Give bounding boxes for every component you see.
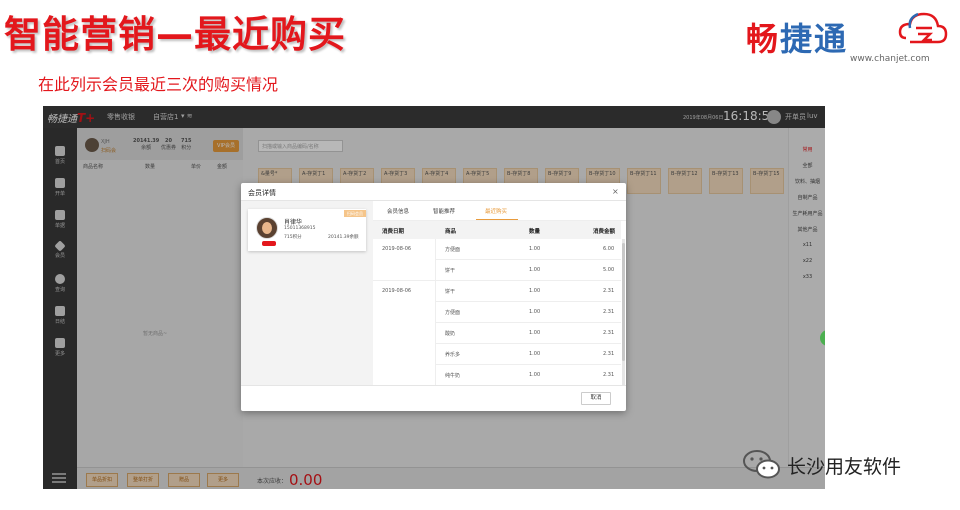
watermark-text: 长沙用友软件 [787,456,902,478]
brand-url: www.chanjet.com [850,54,930,64]
member-tag: 扫码会员 [344,210,366,217]
close-icon[interactable]: × [612,187,619,196]
purchase-date: 2019-08-06 [382,246,412,252]
table-row: 酸奶 1.00 2.31 [435,323,621,344]
table-row: 纯牛奶 1.00 2.31 [435,365,621,385]
cell-qty: 1.00 [529,351,541,357]
cell-product: 方便面 [445,247,461,253]
table-row: 饼干 1.00 2.31 [435,281,621,302]
member-card: 扫码会员 肖律华 15011368915 715积分 20141.39余额 [248,209,366,251]
cell-qty: 1.00 [529,372,541,378]
cell-amount: 5.00 [603,267,615,273]
col-product: 商品 [445,229,457,235]
table-row: 饼干 1.00 5.00 [435,260,621,281]
cell-product: 酸奶 [445,331,456,337]
cell-qty: 1.00 [529,288,541,294]
tab-member-info[interactable]: 会员信息 [387,207,409,215]
table-row: 方便面 1.00 2.31 [435,302,621,323]
cell-product: 饼干 [445,289,456,295]
chanjet-cloud-logo-icon [898,12,948,44]
table-row: 方便面 1.00 6.00 [435,239,621,260]
cell-amount: 2.31 [603,351,615,357]
recent-purchase-table: 消费日期 商品 数量 消费金额 2019-08-06 方便面 1.00 6.00 饼干 1… [373,221,626,385]
app-window: 畅捷通T+ 零售收银 自营店1 ▾ ≋ 2019年08月06日 16:18:52… [43,106,825,489]
wechat-icon [743,450,780,479]
member-detail-modal: 会员详情 × 扫码会员 肖律华 15011368915 715积分 20141.… [241,183,626,411]
divider [435,239,436,385]
slide-subtitle: 在此列示会员最近三次的购买情况 [38,75,279,94]
cell-product: 纯牛奶 [445,373,461,379]
col-qty: 数量 [529,229,541,235]
cell-amount: 2.31 [603,372,615,378]
member-phone: 15011368915 [284,226,316,231]
modal-member-panel: 扫码会员 肖律华 15011368915 715积分 20141.39余额 [241,201,373,385]
tab-recent-purchases[interactable]: 最近购买 [485,207,507,215]
col-amount: 消费金额 [593,229,616,235]
avatar [256,217,278,246]
table-row: 养乐多 1.00 2.31 [435,344,621,365]
slide-title: 智能营销—最近购买 [4,13,346,56]
scrollbar-thumb[interactable] [622,243,625,361]
table-header: 消费日期 商品 数量 消费金额 [373,221,621,239]
cancel-button[interactable]: 取消 [581,392,611,405]
brand-logo-block: 畅捷通 www.chanjet.com [746,8,956,68]
cell-amount: 2.31 [603,309,615,315]
cell-amount: 2.31 [603,288,615,294]
member-name: 肖律华 [284,219,303,226]
cell-product: 饼干 [445,268,456,274]
modal-footer: 取消 [241,385,626,411]
cell-qty: 1.00 [529,309,541,315]
cell-amount: 6.00 [603,246,615,252]
divider [373,280,435,281]
cell-product: 养乐多 [445,352,461,358]
active-tab-indicator [476,219,518,220]
modal-title: 会员详情 [248,189,276,197]
cell-product: 方便面 [445,310,461,316]
table-scrollbar[interactable] [622,239,625,385]
member-balance: 20141.39余额 [328,235,359,240]
col-date: 消费日期 [382,229,405,235]
purchase-date: 2019-08-06 [382,288,412,294]
tab-smart-recommend[interactable]: 智能推荐 [433,207,455,215]
cell-qty: 1.00 [529,267,541,273]
slide: 智能营销—最近购买 在此列示会员最近三次的购买情况 畅捷通 www.chanje… [0,0,960,510]
brand-name: 畅捷通 [746,20,849,58]
cell-amount: 2.31 [603,330,615,336]
cell-qty: 1.00 [529,330,541,336]
cell-qty: 1.00 [529,246,541,252]
member-level-badge [262,241,276,246]
member-points: 715积分 [284,235,302,240]
modal-tabs: 会员信息 智能推荐 最近购买 [373,207,626,219]
